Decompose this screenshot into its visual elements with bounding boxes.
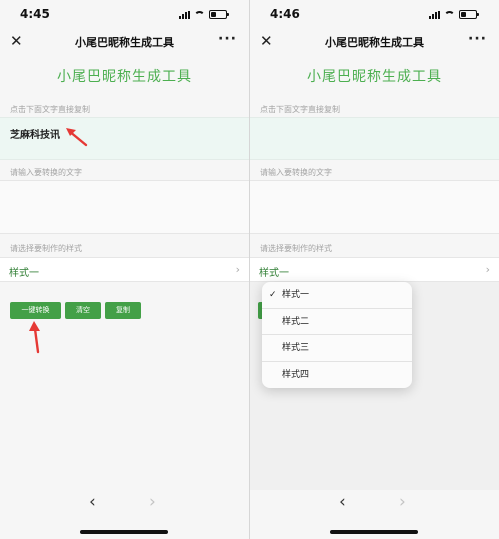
style-selector-value: 样式一 <box>259 268 289 279</box>
style-dropdown-menu: ✓ 样式一 样式二 样式三 样式四 <box>262 282 412 388</box>
style-option-label: 样式二 <box>282 316 310 327</box>
status-icons <box>179 10 229 19</box>
left-screenshot: 4:45 ✕ 小尾巴昵称生成工具 ··· 小尾巴昵称生成工具 点击下面文字直接复… <box>0 0 249 539</box>
copy-result-text[interactable]: 芝麻科技讯 <box>10 126 60 141</box>
input-hint-label: 请输入要转换的文字 <box>260 168 332 177</box>
style-option-label: 样式一 <box>282 290 310 300</box>
page-title: 小尾巴昵称生成工具 <box>307 69 442 85</box>
back-icon[interactable]: ‹ <box>339 492 346 512</box>
copy-hint-label: 点击下面文字直接复制 <box>10 105 90 114</box>
page-title: 小尾巴昵称生成工具 <box>57 69 192 85</box>
text-input[interactable] <box>0 180 249 234</box>
nav-bar: ✕ 小尾巴昵称生成工具 ··· <box>0 30 249 54</box>
forward-icon[interactable]: › <box>149 492 156 512</box>
signal-icon <box>429 10 440 19</box>
battery-icon <box>459 10 479 19</box>
bottom-toolbar: ‹ › <box>250 490 499 539</box>
copy-result-box[interactable] <box>250 117 499 160</box>
copy-hint-label: 点击下面文字直接复制 <box>260 105 340 114</box>
wifi-icon <box>444 10 455 19</box>
right-screenshot: 4:46 ✕ 小尾巴昵称生成工具 ··· 小尾巴昵称生成工具 点击下面文字直接复… <box>250 0 499 539</box>
style-selector-value: 样式一 <box>9 268 39 279</box>
style-option[interactable]: ✓ 样式一 <box>262 282 412 309</box>
home-indicator <box>330 530 418 534</box>
style-selector[interactable]: 样式一 › <box>0 257 249 282</box>
status-time: 4:46 <box>270 7 300 21</box>
style-option-label: 样式三 <box>282 343 310 353</box>
bottom-toolbar: ‹ › <box>0 490 249 539</box>
status-bar: 4:46 <box>250 0 499 30</box>
battery-icon <box>209 10 229 19</box>
clear-button[interactable]: 清空 <box>65 302 101 319</box>
style-option[interactable]: 样式三 <box>262 335 412 362</box>
back-icon[interactable]: ‹ <box>89 492 96 512</box>
style-hint-label: 请选择要制作的样式 <box>260 244 332 253</box>
nav-bar: ✕ 小尾巴昵称生成工具 ··· <box>250 30 499 54</box>
nav-title: 小尾巴昵称生成工具 <box>325 36 424 49</box>
status-time: 4:45 <box>20 7 50 21</box>
annotation-arrow-icon <box>29 321 40 354</box>
style-selector[interactable]: 样式一 › <box>250 257 499 282</box>
style-option[interactable]: 样式四 <box>262 362 412 389</box>
text-input[interactable] <box>250 180 499 234</box>
input-hint-label: 请输入要转换的文字 <box>10 168 82 177</box>
style-option-label: 样式四 <box>282 369 310 380</box>
annotation-arrow-icon <box>66 128 88 147</box>
status-bar: 4:45 <box>0 0 249 30</box>
more-icon[interactable]: ··· <box>468 31 487 47</box>
wifi-icon <box>194 10 205 19</box>
nav-title: 小尾巴昵称生成工具 <box>75 36 174 49</box>
convert-button[interactable]: 一键转换 <box>10 302 61 319</box>
action-buttons: 一键转换 清空 复制 <box>10 302 141 319</box>
status-icons <box>429 10 479 19</box>
style-option[interactable]: 样式二 <box>262 309 412 335</box>
chevron-right-icon: › <box>235 263 240 276</box>
signal-icon <box>179 10 190 19</box>
checkmark-icon: ✓ <box>269 290 277 300</box>
copy-result-box[interactable]: 芝麻科技讯 <box>0 117 249 160</box>
forward-icon[interactable]: › <box>399 492 406 512</box>
chevron-right-icon: › <box>485 263 490 276</box>
home-indicator <box>80 530 168 534</box>
copy-button[interactable]: 复制 <box>105 302 141 319</box>
style-hint-label: 请选择要制作的样式 <box>10 244 82 253</box>
more-icon[interactable]: ··· <box>218 31 237 47</box>
